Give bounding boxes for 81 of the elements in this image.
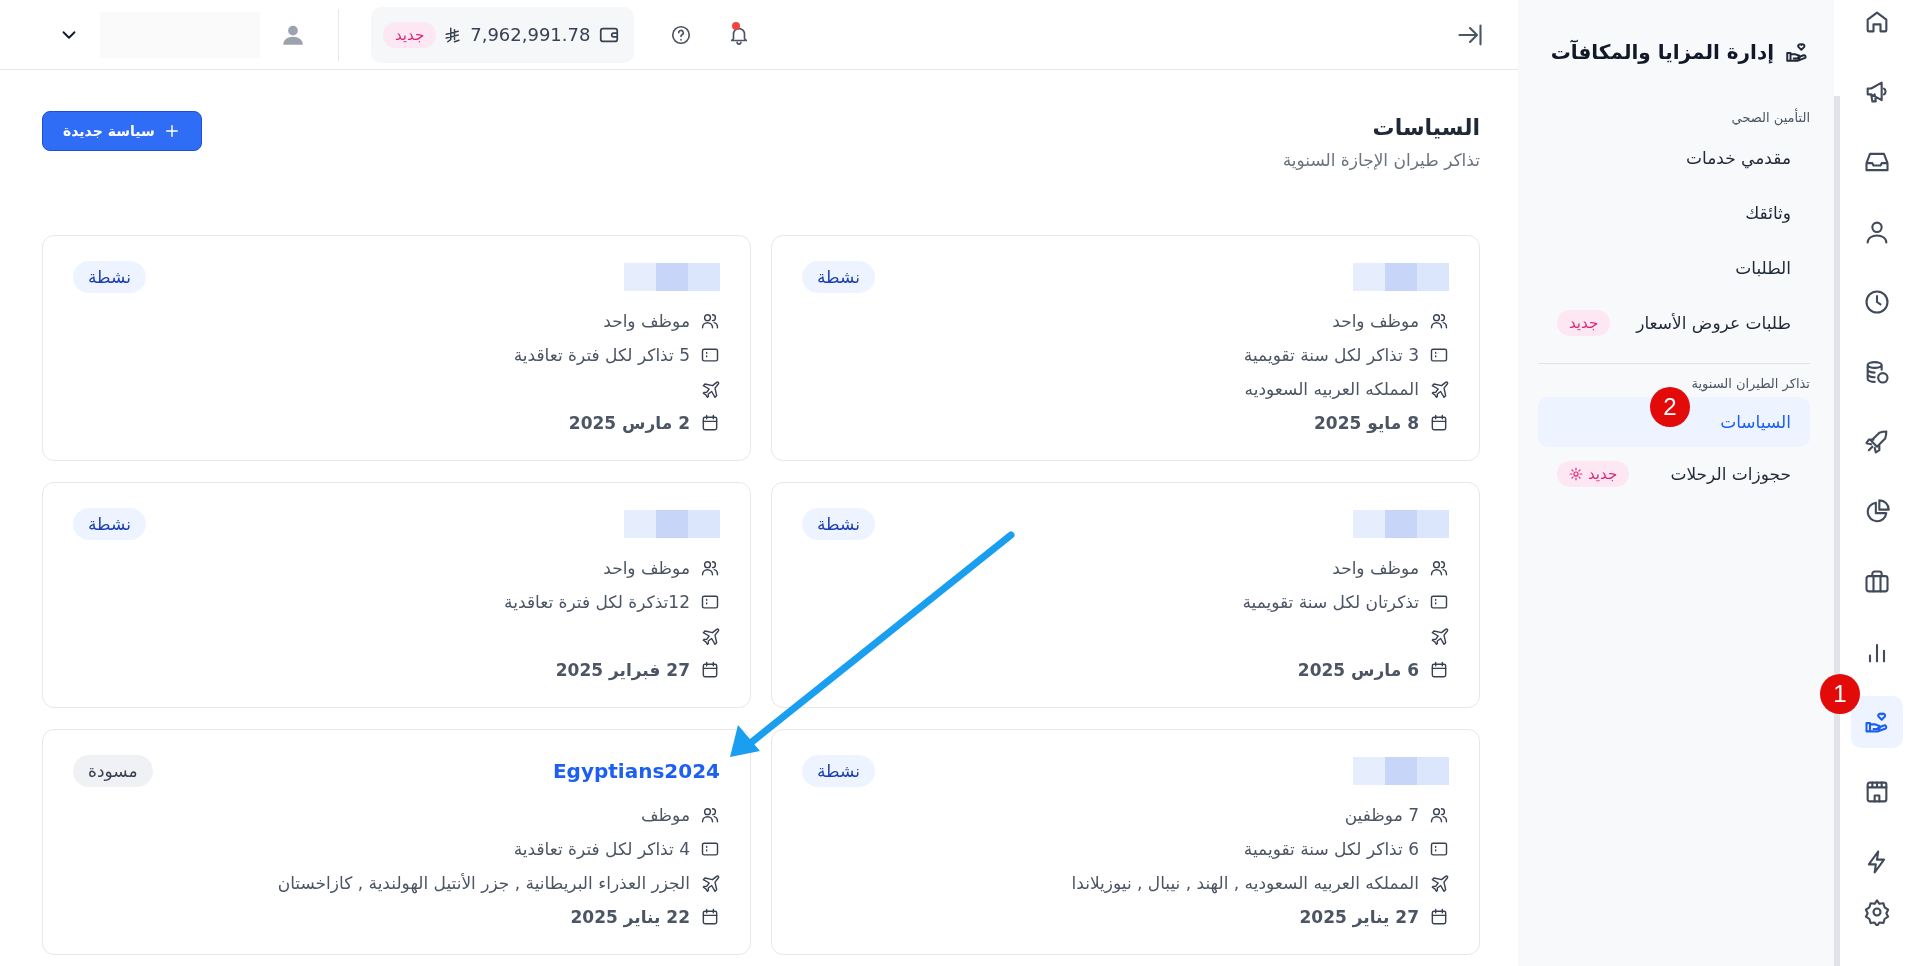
users-icon (1429, 311, 1449, 331)
sidebar-item-label: وثائقك (1745, 202, 1791, 223)
policy-card[interactable]: نشطة موظف واحد 12تذكرة لكل فترة تعاقدية 27 فبراير 2025 (42, 482, 751, 708)
employees-count: موظف واحد (603, 558, 690, 578)
ticket-icon (1429, 839, 1449, 859)
ticket-icon (1429, 345, 1449, 365)
tickets-allowance: 6 تذاكر لكل سنة تقويمية (1243, 839, 1419, 859)
destinations: الجزر العذراء البريطانية , جزر الأنتيل الهولندية , كازاخستان (277, 873, 690, 893)
calendar-icon (700, 660, 720, 680)
users-icon (1429, 558, 1449, 578)
balance-amount: 7,962,991.78 (470, 24, 591, 45)
employees-count: موظف (640, 805, 690, 825)
sidebar-item-label: السياسات (1720, 412, 1791, 432)
employees-count: موظف واحد (1332, 558, 1419, 578)
status-badge: نشطة (73, 261, 146, 293)
policy-date: 27 فبراير 2025 (555, 660, 690, 680)
sidebar-item-label: مقدمي خدمات (1685, 147, 1791, 168)
section-label: التأمين الصحي (1730, 107, 1810, 128)
policy-card[interactable]: نشطة 7 موظفين 6 تذاكر لكل سنة تقويمية المملكه العربيه السعوديه , الهند , نيبال , نيوزيلاندا 27 يناير 2025 (771, 729, 1480, 955)
airplane-icon (1429, 626, 1449, 646)
sidebar-item[interactable]: حجوزات الرحلات جديد (1538, 449, 1810, 499)
destinations: المملكه العربيه السعوديه (1244, 379, 1419, 399)
tickets-allowance: 3 تذاكر لكل سنة تقويمية (1243, 345, 1419, 365)
sidebar-item-label: الطلبات (1735, 257, 1791, 278)
sidebar-item-label: حجوزات الرحلات (1670, 464, 1791, 484)
users-icon (1429, 805, 1449, 825)
calendar-icon (1429, 907, 1449, 927)
airplane-icon (700, 626, 720, 646)
ticket-icon (700, 839, 720, 859)
status-badge: مسودة (73, 755, 153, 787)
policy-card[interactable]: نشطة موظف واحد تذكرتان لكل سنة تقويمية 6 مارس 2025 (771, 482, 1480, 708)
employees-count: موظف واحد (603, 311, 690, 331)
status-badge: نشطة (73, 508, 146, 540)
airplane-icon (700, 873, 720, 893)
ticket-icon (1429, 592, 1449, 612)
tickets-allowance: 4 تذاكر لكل فترة تعاقدية (513, 839, 690, 859)
sidebar-item-label: طلبات عروض الأسعار (1636, 312, 1791, 333)
users-icon (700, 311, 720, 331)
calendar-icon (700, 907, 720, 927)
calendar-icon (1429, 413, 1449, 433)
status-badge: نشطة (802, 261, 875, 293)
policy-card[interactable]: نشطة موظف واحد 3 تذاكر لكل سنة تقويمية المملكه العربيه السعوديه 8 مايو 2025 (771, 235, 1480, 461)
sidebar-title: إدارة المزايا والمكافآت (1550, 40, 1774, 64)
destinations: المملكه العربيه السعوديه , الهند , نيبال , نيوزيلاندا (1071, 873, 1419, 893)
sidebar-item[interactable]: وثائقك (1538, 186, 1810, 239)
new-badge: جديد (1557, 309, 1611, 336)
policy-date: 2 مارس 2025 (568, 413, 690, 433)
users-icon (700, 558, 720, 578)
status-badge: نشطة (802, 508, 875, 540)
ticket-icon (700, 345, 720, 365)
ticket-icon (700, 592, 720, 612)
employees-count: 7 موظفين (1344, 805, 1419, 825)
new-policy-button[interactable]: سياسة جديدة (42, 111, 202, 151)
sidebar-item[interactable]: طلبات عروض الأسعار جديد (1538, 296, 1810, 349)
page-title: السياسات (1371, 115, 1480, 140)
airplane-icon (1429, 873, 1449, 893)
policy-date: 22 يناير 2025 (570, 907, 690, 927)
page-subtitle: تذاكر طيران الإجازة السنوية (1282, 150, 1480, 170)
users-icon (700, 805, 720, 825)
section-label: تذاكر الطيران السنوية (1690, 375, 1810, 394)
tickets-allowance: تذكرتان لكل سنة تقويمية (1242, 592, 1419, 612)
sidebar-item[interactable]: الطلبات (1538, 241, 1810, 294)
riyal-icon (444, 25, 463, 44)
tickets-allowance: 12تذكرة لكل فترة تعاقدية (504, 592, 690, 612)
employees-count: موظف واحد (1332, 311, 1419, 331)
airplane-icon (700, 379, 720, 399)
new-badge: جديد (1557, 461, 1630, 487)
new-badge: جديد (383, 21, 437, 48)
sidebar-item[interactable]: مقدمي خدمات (1538, 131, 1810, 184)
policy-title-link[interactable]: Egyptians2024 (552, 759, 720, 783)
help-icon[interactable] (670, 23, 693, 46)
calendar-icon (700, 413, 720, 433)
policy-date: 6 مارس 2025 (1297, 660, 1419, 680)
policy-date: 8 مايو 2025 (1314, 413, 1419, 433)
tickets-allowance: 5 تذاكر لكل فترة تعاقدية (513, 345, 690, 365)
sparkle-icon (1569, 467, 1583, 481)
calendar-icon (1429, 660, 1449, 680)
status-badge: نشطة (802, 755, 875, 787)
policy-card[interactable]: نشطة موظف واحد 5 تذاكر لكل فترة تعاقدية 2 مارس 2025 (42, 235, 751, 461)
airplane-icon (1429, 379, 1449, 399)
policy-date: 27 يناير 2025 (1299, 907, 1419, 927)
